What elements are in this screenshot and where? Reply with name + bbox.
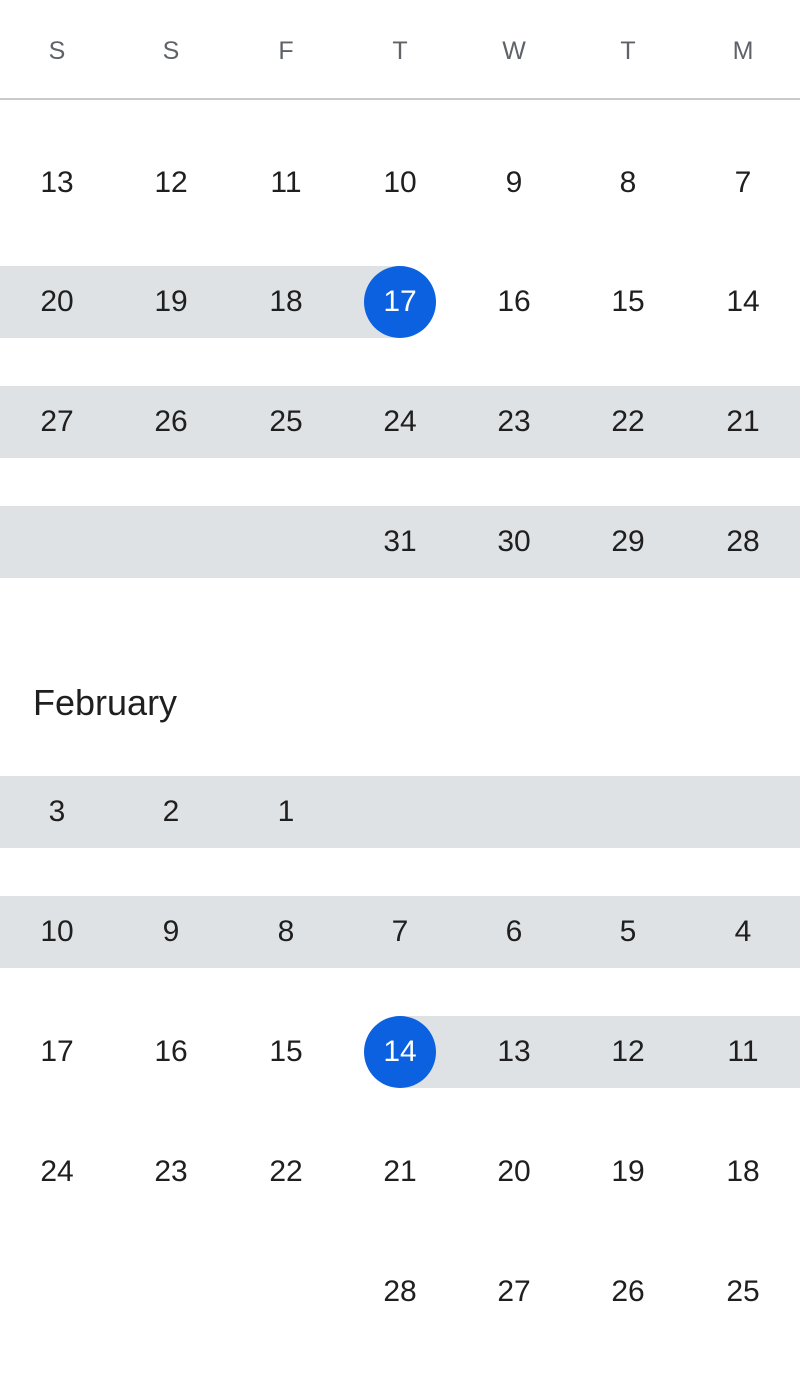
day-cell[interactable]: 23 — [457, 386, 571, 458]
week-row: 13 12 11 10 9 8 7 — [0, 147, 800, 219]
day-cell[interactable]: 21 — [686, 386, 800, 458]
weekday-label: T — [392, 37, 408, 65]
day-cell[interactable]: 10 — [343, 147, 457, 219]
day-cell[interactable]: 20 — [0, 266, 114, 338]
day-cell[interactable]: 18 — [229, 266, 343, 338]
day-cell[interactable]: 3 — [0, 776, 114, 848]
day-cell[interactable]: 18 — [686, 1136, 800, 1208]
week-row: 27 26 25 24 23 22 21 — [0, 386, 800, 458]
day-cell[interactable]: 11 — [686, 1016, 800, 1088]
selected-range-start-day[interactable]: 17 — [343, 266, 457, 338]
week-row: 28 27 26 25 — [0, 1256, 800, 1328]
day-cell[interactable]: 4 — [686, 896, 800, 968]
day-cell[interactable]: 8 — [571, 147, 685, 219]
selected-range-end-day[interactable]: 14 — [343, 1016, 457, 1088]
day-cell[interactable]: 31 — [343, 506, 457, 578]
day-cell[interactable]: 7 — [343, 896, 457, 968]
day-cell[interactable]: 9 — [457, 147, 571, 219]
day-cell[interactable]: 22 — [229, 1136, 343, 1208]
day-cell[interactable]: 5 — [571, 896, 685, 968]
month-title: February — [33, 682, 178, 723]
day-cell[interactable]: 24 — [343, 386, 457, 458]
day-cell[interactable]: 6 — [457, 896, 571, 968]
week-row: 20 19 18 17 16 15 14 — [0, 266, 800, 338]
day-cell[interactable]: 27 — [0, 386, 114, 458]
day-cell[interactable]: 21 — [343, 1136, 457, 1208]
day-cell[interactable]: 22 — [571, 386, 685, 458]
day-cell[interactable]: 15 — [571, 266, 685, 338]
day-cell[interactable]: 12 — [571, 1016, 685, 1088]
day-cell[interactable]: 25 — [686, 1256, 800, 1328]
day-cell[interactable]: 2 — [114, 776, 228, 848]
day-cell[interactable]: 15 — [229, 1016, 343, 1088]
week-row: 3 2 1 — [0, 776, 800, 848]
day-cell[interactable]: 28 — [686, 506, 800, 578]
day-cell[interactable]: 10 — [0, 896, 114, 968]
week-row: 24 23 22 21 20 19 18 — [0, 1136, 800, 1208]
day-cell[interactable]: 20 — [457, 1136, 571, 1208]
week-row: 31 30 29 28 — [0, 506, 800, 578]
selected-day-number: 14 — [383, 1035, 417, 1068]
weekday-label: W — [502, 37, 526, 65]
day-cell[interactable]: 26 — [571, 1256, 685, 1328]
day-cell[interactable]: 19 — [571, 1136, 685, 1208]
day-cell[interactable]: 16 — [457, 266, 571, 338]
day-cell[interactable]: 14 — [686, 266, 800, 338]
day-cell[interactable]: 30 — [457, 506, 571, 578]
week-row: 17 16 15 14 13 12 11 — [0, 1016, 800, 1088]
day-cell[interactable]: 17 — [0, 1016, 114, 1088]
day-cell[interactable]: 28 — [343, 1256, 457, 1328]
weekday-header: S S F T W T M — [0, 0, 800, 100]
day-cell[interactable]: 1 — [229, 776, 343, 848]
day-cell[interactable]: 9 — [114, 896, 228, 968]
day-cell[interactable]: 13 — [0, 147, 114, 219]
day-cell[interactable]: 8 — [229, 896, 343, 968]
selected-day-number: 17 — [383, 285, 417, 318]
calendar-range-picker: S S F T W T M 13 12 11 10 9 8 7 20 19 18… — [0, 0, 800, 1400]
weekday-label: S — [162, 37, 180, 65]
day-cell[interactable]: 24 — [0, 1136, 114, 1208]
day-cell[interactable]: 29 — [571, 506, 685, 578]
week-row: 10 9 8 7 6 5 4 — [0, 896, 800, 968]
day-cell[interactable]: 16 — [114, 1016, 228, 1088]
day-cell[interactable]: 27 — [457, 1256, 571, 1328]
day-cell[interactable]: 25 — [229, 386, 343, 458]
day-cell[interactable]: 11 — [229, 147, 343, 219]
weekday-label: F — [278, 37, 294, 65]
day-cell[interactable]: 13 — [457, 1016, 571, 1088]
day-cell[interactable]: 7 — [686, 147, 800, 219]
day-cell[interactable]: 26 — [114, 386, 228, 458]
day-cell[interactable]: 19 — [114, 266, 228, 338]
day-cell[interactable]: 12 — [114, 147, 228, 219]
weekday-label: T — [620, 37, 636, 65]
weekday-label: S — [48, 37, 66, 65]
day-cell[interactable]: 23 — [114, 1136, 228, 1208]
weekday-label: M — [732, 37, 754, 65]
